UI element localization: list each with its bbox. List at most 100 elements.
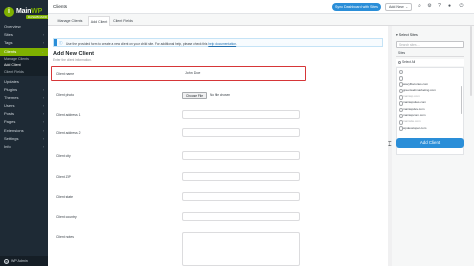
user-icon[interactable]: ● [446,3,453,10]
info-accent-bar [54,39,57,46]
field-label: Client ZIP [56,175,71,179]
chevron-icon: ⌄ [41,49,44,54]
chevron-icon: › [42,41,44,46]
info-message: ⓘ Use the provided form to create a new … [53,38,383,47]
chevron-icon: › [42,120,44,125]
sidebar: i MainWP DASHBOARD Overview Sites › Tags › Cl… [0,0,50,266]
add-new-label: Add New [389,4,404,9]
sidebar-item-plugins[interactable]: Plugins › [0,86,48,94]
sidebar-item-label: Sites [4,32,13,38]
sidebar-item-label: Info [4,144,11,150]
chevron-icon: › [42,33,44,38]
tab-manage-clients[interactable]: Manage Clients [52,16,88,26]
form-title: Add New Client [53,51,95,57]
select-all-checkbox[interactable]: Select All [396,59,464,66]
sidebar-item-label: Overview [4,24,21,29]
sidebar-item-themes[interactable]: Themes › [0,94,48,102]
field-input[interactable] [182,212,300,221]
sidebar-item-label: Themes [4,94,19,100]
field-label: Client state [56,195,73,199]
sidebar-item-label: Settings [4,135,19,141]
brand-name-b: WP [31,8,43,15]
choose-file-button[interactable]: Choose File [182,92,207,99]
select-sites-panel: ▾ Select Sites Search sites ... Sites Se… [392,26,474,266]
info-text-end: . [236,41,237,46]
sub-tabs: Manage Clients Add Client Client Fields [48,14,474,26]
client-photo-label: Client photo [56,93,75,97]
brand-name-a: Main [16,8,32,15]
sidebar-item-clients[interactable]: Clients ⌄ [0,47,48,56]
wp-admin-label: WP Admin [11,259,28,263]
settings-icon[interactable]: ⚙ [426,3,433,10]
wordpress-icon: W [4,258,9,264]
brand-name: MainWP [16,8,42,15]
add-new-dropdown[interactable]: Add New ⌄ [385,2,412,11]
main-panel: ⓘ Use the provided form to create a new … [48,26,392,266]
info-text: Use the provided form to create a new cl… [66,42,237,46]
field-input[interactable] [182,192,300,201]
sidebar-item-users[interactable]: Users › [0,102,48,110]
field-label: Client address 2 [56,131,81,135]
sidebar-item-sites[interactable]: Sites › [0,31,48,39]
sidebar-item-label: Updates [4,78,19,84]
client-name-label: Client name [56,72,75,76]
sidebar-item-label: Plugins [4,86,18,92]
field-label: Client city [56,154,71,158]
chevron-icon: › [42,145,44,150]
help-icon[interactable]: ? [436,3,443,10]
brand[interactable]: i MainWP DASHBOARD [0,0,50,23]
sidebar-item-label: Clients [4,48,17,54]
sync-dashboard-button[interactable]: Sync Dashboard with Sites [332,2,381,11]
field-input[interactable] [182,172,300,181]
sidebar-item-settings[interactable]: Settings › [0,135,48,143]
site-list-item[interactable]: wpdeveloper.com [397,125,463,132]
chevron-icon: › [42,95,44,100]
sidebar-item-pages[interactable]: Pages › [0,118,48,126]
info-text-body: Use the provided form to create a new cl… [66,41,208,46]
wp-admin-link[interactable]: W WP Admin [0,256,48,266]
select-sites-title[interactable]: ▾ Select Sites [396,33,418,37]
top-bar: Clients Sync Dashboard with Sites Add Ne… [48,0,474,14]
sidebar-sub-add-client[interactable]: Add Client [0,62,48,69]
sidebar-item-overview[interactable]: Overview [0,23,48,31]
chevron-icon: › [42,136,44,141]
sidebar-item-info[interactable]: Info › [0,143,48,151]
chevron-icon: › [42,112,44,117]
sidebar-item-tags[interactable]: Tags › [0,39,48,47]
mainwp-logo-icon: i [4,6,14,17]
sidebar-item-extensions[interactable]: Extensions › [0,127,48,135]
brand-badge: DASHBOARD [26,15,50,19]
site-search-input[interactable]: Search sites ... [396,41,464,48]
field-label: Client address 1 [56,113,81,117]
form-subtitle: Enter the client information. [53,58,92,62]
sidebar-item-label: Extensions [4,127,24,133]
field-input[interactable] [182,128,300,137]
sidebar-item-posts[interactable]: Posts › [0,110,48,118]
sidebar-item-label: Posts [4,111,15,117]
chevron-icon: › [42,128,44,133]
field-input[interactable] [182,110,300,119]
search-icon[interactable]: ⌕ [416,3,423,10]
add-client-button[interactable]: Add Client [396,138,464,148]
field-input[interactable] [182,151,300,160]
field-input[interactable] [182,232,300,266]
site-filter-tab[interactable]: Sites [396,50,464,57]
chevron-down-icon: ⌄ [405,4,408,9]
help-documentation-link[interactable]: help documentation [208,42,236,46]
chevron-icon: › [42,87,44,92]
select-all-label: Select All [402,60,416,64]
sidebar-item-updates[interactable]: Updates [0,78,48,86]
page-scrollbar[interactable] [470,26,472,96]
sidebar-item-label: Pages [4,119,16,125]
radio-icon [397,61,401,64]
field-label: Client notes [56,235,74,239]
tab-add-client[interactable]: Add Client [88,16,110,26]
sidebar-item-label: Users [4,103,15,109]
client-name-input[interactable]: John Doe [182,69,300,78]
sidebar-sub-manage-clients[interactable]: Manage Clients [0,55,48,63]
file-status: No file chosen [210,93,231,97]
sidebar-sub-client-fields[interactable]: Client Fields [0,68,48,76]
tab-client-fields[interactable]: Client Fields [110,16,136,26]
logout-icon[interactable]: ⏻ [458,3,465,10]
field-label: Client country [56,215,77,219]
